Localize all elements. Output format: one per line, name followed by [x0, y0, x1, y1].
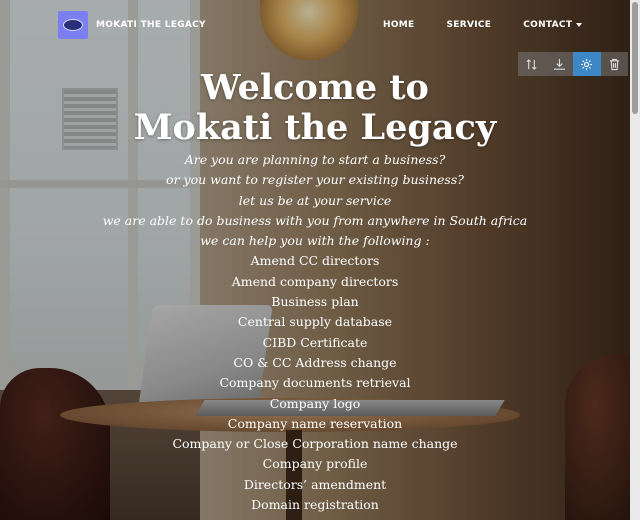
brand-name[interactable]: MOKATI THE LEGACY: [96, 20, 206, 30]
hero-title-line-2: Mokati the Legacy: [133, 107, 497, 148]
service-item: Company or Close Corporation name change: [172, 436, 458, 452]
service-item: Directors’ amendment: [243, 476, 387, 492]
nav-home[interactable]: HOME: [383, 20, 415, 30]
service-item: Domain registration: [251, 497, 379, 513]
service-item: Amend company directors: [231, 273, 399, 289]
service-item: Amend CC directors: [250, 253, 380, 269]
intro-line: Are you are planning to start a business…: [184, 152, 446, 167]
intro-line: or you want to register your existing bu…: [166, 172, 464, 188]
hero-section: Welcome to Mokati the Legacy Are you are…: [0, 68, 630, 515]
service-item: CO & CC Address change: [233, 354, 397, 370]
scrollbar-thumb[interactable]: [632, 2, 638, 114]
brand[interactable]: MOKATI THE LEGACY: [58, 11, 206, 39]
nav-contact[interactable]: CONTACT: [523, 20, 583, 30]
service-item: Business plan: [271, 294, 359, 310]
service-item: Company documents retrieval: [219, 375, 411, 391]
intro-line: we are able to do business with you from…: [102, 212, 528, 228]
hero-intro: Are you are planning to start a business…: [0, 150, 630, 251]
intro-line: we can help you with the following :: [200, 233, 430, 249]
intro-line: let us be at your service: [238, 192, 392, 208]
scrollbar[interactable]: [630, 0, 640, 520]
service-item: CIBD Certificate: [262, 334, 368, 350]
service-item: Central supply database: [237, 314, 393, 330]
service-item: Company profile: [262, 456, 368, 472]
caret-down-icon: [576, 22, 583, 27]
hero-title: Welcome to Mokati the Legacy: [0, 68, 630, 148]
nav-service[interactable]: SERVICE: [447, 20, 492, 30]
nav-contact-label: CONTACT: [523, 20, 573, 30]
service-item: Company name reservation: [227, 415, 403, 431]
navbar: MOKATI THE LEGACY HOME SERVICE CONTACT: [0, 0, 630, 50]
service-item: Company logo: [269, 395, 361, 411]
services-list: Amend CC directors Amend company directo…: [0, 251, 630, 515]
hero-title-line-1: Welcome to: [201, 67, 429, 108]
nav-links: HOME SERVICE CONTACT: [383, 0, 614, 50]
brand-logo[interactable]: [58, 11, 88, 39]
